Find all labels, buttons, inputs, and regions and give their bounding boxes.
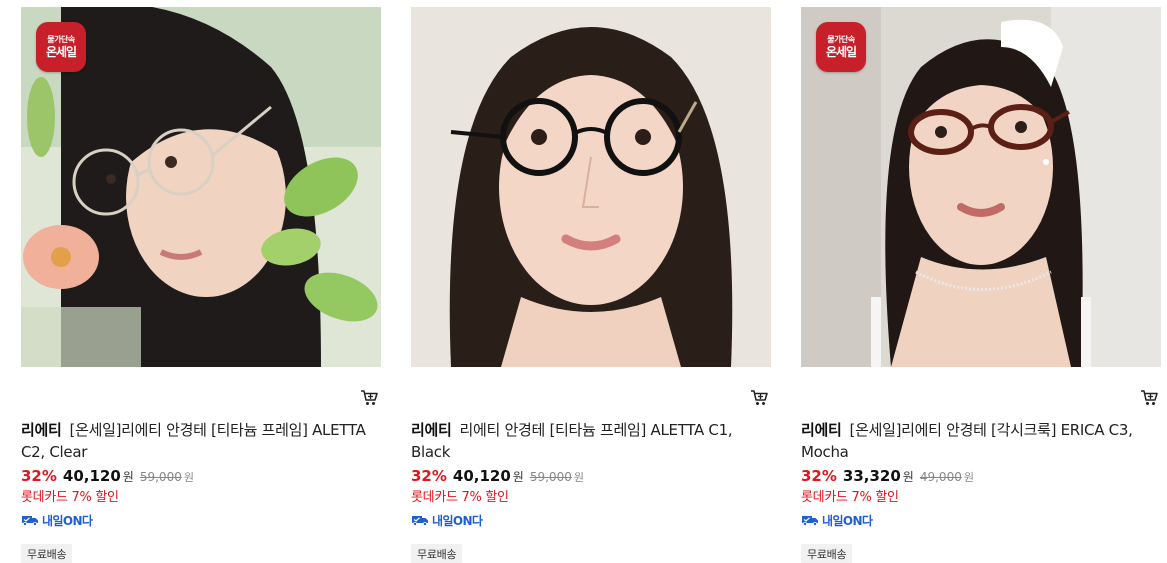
product-photo <box>411 7 771 367</box>
discount-rate: 32% <box>801 467 837 485</box>
card-benefit: 롯데카드 7% 할인 <box>21 490 119 505</box>
discount-rate: 32% <box>21 467 57 485</box>
delivery-label: 내일ON다 <box>432 513 483 528</box>
delivery-badge: 내일ON다 <box>21 512 93 528</box>
cart-icon[interactable] <box>1139 387 1159 407</box>
product-name: [온세일]리에티 안경테 [각시크룩] ERICA C3, Mocha <box>801 421 1133 461</box>
product-card[interactable]: 물가단속 온세일 리에티 [온세일]리에티 안경테 [각시크룩] ERICA C3… <box>801 7 1161 563</box>
brand-name: 리에티 <box>411 421 452 439</box>
product-image[interactable]: 물가단속 온세일 <box>801 7 1161 367</box>
product-title[interactable]: 리에티 리에티 안경테 [티타늄 프레임] ALETTA C1, Black <box>411 419 771 463</box>
product-name: 리에티 안경테 [티타늄 프레임] ALETTA C1, Black <box>411 421 733 461</box>
sale-price: 33,320 <box>842 467 901 485</box>
product-title[interactable]: 리에티 [온세일]리에티 안경테 [티타늄 프레임] ALETTA C2, Cle… <box>21 419 381 463</box>
delivery-truck-icon <box>412 516 428 526</box>
currency: 원 <box>122 470 134 484</box>
product-title[interactable]: 리에티 [온세일]리에티 안경테 [각시크룩] ERICA C3, Mocha <box>801 419 1161 463</box>
onsale-badge: 물가단속 온세일 <box>816 22 866 72</box>
card-benefit: 롯데카드 7% 할인 <box>411 490 509 505</box>
badge-line2: 온세일 <box>45 44 77 59</box>
free-shipping-tag: 무료배송 <box>801 544 853 563</box>
cart-icon[interactable] <box>749 387 769 407</box>
badge-line1: 물가단속 <box>47 34 75 44</box>
price-row: 32% 40,120 원 59,000 원 <box>411 467 584 485</box>
currency: 원 <box>183 471 194 484</box>
delivery-label: 내일ON다 <box>822 513 873 528</box>
cart-icon[interactable] <box>359 387 379 407</box>
brand-name: 리에티 <box>21 421 62 439</box>
price-row: 32% 40,120 원 59,000 원 <box>21 467 194 485</box>
free-shipping-tag: 무료배송 <box>411 544 463 563</box>
original-price: 59,000 <box>529 470 572 484</box>
brand-name: 리에티 <box>801 421 842 439</box>
original-price: 49,000 <box>919 470 962 484</box>
currency: 원 <box>512 470 524 484</box>
currency: 원 <box>573 471 584 484</box>
sale-price: 40,120 <box>452 467 511 485</box>
original-price: 59,000 <box>139 470 182 484</box>
delivery-truck-icon <box>22 516 38 526</box>
delivery-badge: 내일ON다 <box>801 512 873 528</box>
currency: 원 <box>963 471 974 484</box>
badge-line2: 온세일 <box>825 44 857 59</box>
delivery-label: 내일ON다 <box>42 513 93 528</box>
product-image[interactable]: 물가단속 온세일 <box>21 7 381 367</box>
product-name: [온세일]리에티 안경테 [티타늄 프레임] ALETTA C2, Clear <box>21 421 366 461</box>
product-grid: 물가단속 온세일 리에티 [온세일]리에티 안경테 [티타늄 프레임] ALETT… <box>0 0 1167 563</box>
card-benefit: 롯데카드 7% 할인 <box>801 490 899 505</box>
delivery-truck-icon <box>802 516 818 526</box>
price-row: 32% 33,320 원 49,000 원 <box>801 467 974 485</box>
product-card[interactable]: 물가단속 온세일 리에티 [온세일]리에티 안경테 [티타늄 프레임] ALETT… <box>21 7 381 563</box>
product-image[interactable] <box>411 7 771 367</box>
badge-line1: 물가단속 <box>827 34 855 44</box>
currency: 원 <box>902 470 914 484</box>
discount-rate: 32% <box>411 467 447 485</box>
product-card[interactable]: 리에티 리에티 안경테 [티타늄 프레임] ALETTA C1, Black 32… <box>411 7 771 563</box>
onsale-badge: 물가단속 온세일 <box>36 22 86 72</box>
delivery-badge: 내일ON다 <box>411 512 483 528</box>
sale-price: 40,120 <box>62 467 121 485</box>
free-shipping-tag: 무료배송 <box>21 544 73 563</box>
